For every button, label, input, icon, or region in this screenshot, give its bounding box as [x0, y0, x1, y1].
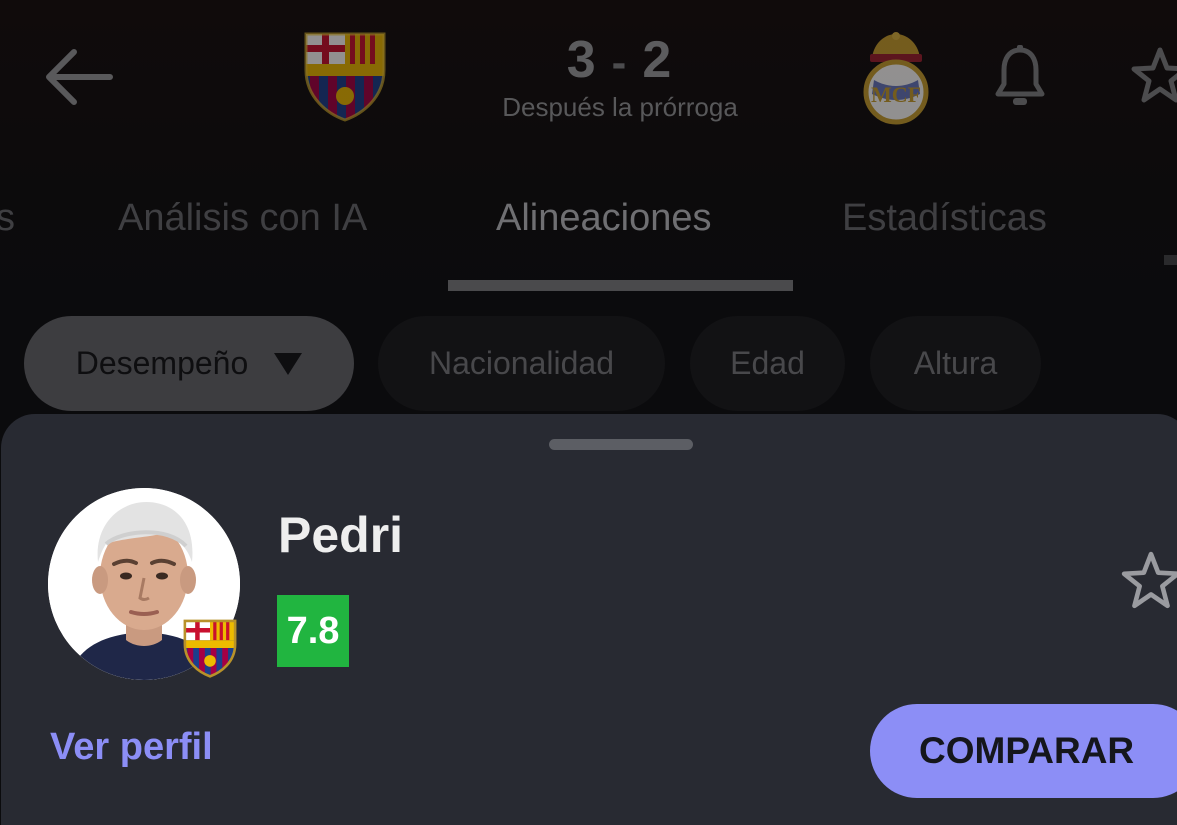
compare-button[interactable]: COMPARAR	[870, 704, 1177, 798]
filter-chip-performance[interactable]: Desempeño	[24, 316, 354, 411]
filter-chip-label: Edad	[730, 345, 805, 381]
player-rating-badge: 7.8	[277, 595, 349, 667]
filter-chip-label: Desempeño	[75, 345, 249, 381]
filter-chip-age[interactable]: Edad	[690, 316, 845, 411]
home-score: 3	[566, 31, 598, 89]
filter-chip-label: Altura	[913, 345, 998, 381]
active-tab-indicator	[448, 280, 793, 291]
back-button[interactable]	[40, 42, 116, 112]
favorite-match-button[interactable]	[1130, 46, 1177, 106]
arrow-left-icon	[46, 49, 113, 105]
player-bottom-sheet: Pedri 7.8 Ver perfil COMPARAR	[1, 414, 1177, 825]
filter-chip-nationality[interactable]: Nacionalidad	[378, 316, 665, 411]
star-outline-icon	[1121, 551, 1177, 609]
tab-ai-analysis[interactable]: Análisis con IA	[118, 197, 367, 240]
away-score: 2	[642, 31, 674, 89]
match-header: 3-2 Después la prórroga MCF	[0, 0, 1177, 150]
home-team-crest[interactable]	[300, 30, 390, 122]
filter-chip-label: Nacionalidad	[428, 345, 614, 381]
score-separator: -	[611, 38, 629, 87]
star-outline-icon	[1131, 47, 1177, 103]
filter-chips: Desempeño Nacionalidad Edad Altura	[0, 316, 1177, 412]
svg-text:MCF: MCF	[871, 82, 921, 107]
filter-chip-height[interactable]: Altura	[870, 316, 1041, 411]
sheet-drag-handle[interactable]	[549, 439, 693, 450]
away-team-crest[interactable]: MCF	[860, 28, 932, 126]
tab-overflow-indicator	[1164, 255, 1177, 265]
tab-partial[interactable]: s	[0, 197, 15, 240]
scoreboard: 3-2	[470, 30, 770, 90]
match-status: Después la prórroga	[502, 92, 738, 122]
fcb-crest-icon	[183, 619, 237, 678]
tab-lineups[interactable]: Alineaciones	[496, 197, 711, 240]
real-madrid-crest-icon: MCF	[863, 32, 929, 125]
view-profile-link[interactable]: Ver perfil	[50, 726, 213, 769]
match-tabs: s Análisis con IA Alineaciones Estadísti…	[0, 185, 1177, 295]
caret-down-icon	[274, 352, 303, 375]
player-name: Pedri	[278, 507, 404, 563]
bell-icon	[995, 45, 1045, 105]
favorite-player-button[interactable]	[1119, 550, 1177, 612]
match-screen: 3-2 Después la prórroga MCF s Análisis c…	[0, 0, 1177, 825]
fcb-crest-icon	[304, 32, 386, 122]
player-team-badge	[181, 618, 239, 678]
tab-statistics[interactable]: Estadísticas	[842, 197, 1047, 240]
notifications-button[interactable]	[992, 44, 1048, 110]
